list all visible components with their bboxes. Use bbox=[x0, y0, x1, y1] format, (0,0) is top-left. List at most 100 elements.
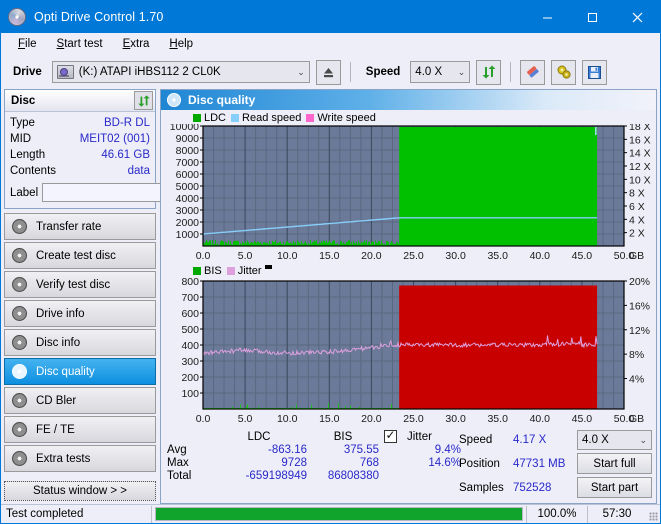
disc-row-mid: MID MEIT02 (001) bbox=[10, 131, 150, 147]
sidebar-item-create-test-disc[interactable]: Create test disc bbox=[4, 242, 156, 269]
svg-text:30.0: 30.0 bbox=[445, 250, 466, 262]
svg-text:8 X: 8 X bbox=[629, 188, 645, 200]
chevron-down-icon: ⌄ bbox=[297, 66, 305, 77]
menu-help[interactable]: Help bbox=[160, 35, 202, 53]
legend-label-bis: BIS bbox=[204, 264, 222, 277]
svg-text:5000: 5000 bbox=[176, 181, 200, 193]
eraser-button[interactable] bbox=[520, 59, 546, 85]
sidebar-item-cd-bler[interactable]: CD Bler bbox=[4, 387, 156, 414]
sidebar-item-extra-tests[interactable]: Extra tests bbox=[4, 445, 156, 472]
menu-file[interactable]: File bbox=[9, 35, 46, 53]
disc-type-value: BD-R DL bbox=[103, 117, 150, 129]
svg-text:2000: 2000 bbox=[176, 217, 200, 229]
save-button[interactable] bbox=[582, 59, 608, 85]
svg-text:40.0: 40.0 bbox=[530, 250, 551, 262]
disc-mid-key: MID bbox=[10, 133, 32, 145]
progress-bar bbox=[155, 507, 523, 521]
svg-text:16%: 16% bbox=[629, 300, 650, 312]
svg-text:10.0: 10.0 bbox=[277, 413, 298, 425]
svg-text:800: 800 bbox=[181, 277, 199, 288]
stats-row-label-max: Max bbox=[167, 457, 189, 469]
resize-grip[interactable] bbox=[646, 505, 660, 523]
drive-icon bbox=[56, 65, 74, 79]
ldc-chart: 10000 9000 8000 7000 6000 5000 4000 3000 2000 100… bbox=[165, 124, 652, 264]
svg-text:25.0: 25.0 bbox=[403, 413, 424, 425]
sidebar-item-fe-te[interactable]: FE / TE bbox=[4, 416, 156, 443]
disc-icon bbox=[12, 248, 27, 263]
refresh-button[interactable] bbox=[476, 59, 502, 85]
legend-item-ldc: LDC bbox=[193, 112, 226, 124]
gears-button[interactable] bbox=[551, 59, 577, 85]
maximize-button[interactable] bbox=[570, 1, 615, 33]
legend-label-ldc: LDC bbox=[204, 111, 227, 124]
svg-text:5.0: 5.0 bbox=[238, 250, 253, 262]
sidebar-item-disc-quality[interactable]: Disc quality bbox=[4, 358, 156, 385]
svg-text:400: 400 bbox=[181, 340, 199, 352]
jitter-checkbox[interactable] bbox=[383, 428, 397, 443]
left-sidebar: Disc Type BD-R DL MID MEIT02 (001) Lengt… bbox=[4, 89, 213, 504]
disc-length-value: 46.61 GB bbox=[101, 149, 150, 161]
legend-item-read-speed: Read speed bbox=[231, 112, 301, 124]
readout-speed-label: Speed bbox=[459, 434, 493, 446]
status-window-label: Status window > > bbox=[33, 485, 127, 497]
sidebar-item-transfer-rate[interactable]: Transfer rate bbox=[4, 213, 156, 240]
sidebar-label-extra-tests: Extra tests bbox=[36, 452, 91, 465]
status-message: Test completed bbox=[6, 508, 84, 520]
drive-select-value: (K:) ATAPI iHBS112 2 CL0K bbox=[78, 66, 221, 78]
start-part-label: Start part bbox=[590, 481, 639, 494]
start-full-button[interactable]: Start full bbox=[577, 453, 652, 474]
chevron-down-icon: ⌄ bbox=[457, 66, 466, 77]
nav-list: Transfer rate Create test disc Verify te… bbox=[4, 213, 156, 472]
minimize-button[interactable] bbox=[525, 1, 570, 33]
sidebar-item-disc-info[interactable]: Disc info bbox=[4, 329, 156, 356]
readout-position-value: 47731 MB bbox=[513, 457, 566, 470]
svg-text:600: 600 bbox=[181, 308, 199, 320]
stats-avg-jitter: 9.4% bbox=[434, 444, 461, 456]
sidebar-item-verify-test-disc[interactable]: Verify test disc bbox=[4, 271, 156, 298]
menu-start-test[interactable]: Start test bbox=[48, 35, 112, 53]
status-window-button[interactable]: Status window > > bbox=[4, 481, 156, 501]
svg-text:100: 100 bbox=[181, 388, 199, 400]
svg-text:6 X: 6 X bbox=[629, 201, 645, 213]
stats-avg-bis: 375.55 bbox=[343, 444, 379, 456]
disc-row-length: Length 46.61 GB bbox=[10, 147, 150, 163]
disc-mid-value: MEIT02 (001) bbox=[79, 133, 150, 145]
disc-contents-key: Contents bbox=[10, 165, 57, 177]
svg-text:6000: 6000 bbox=[176, 169, 200, 181]
stats-total-bis: 86808380 bbox=[327, 470, 379, 482]
legend-swatch-bis bbox=[193, 266, 201, 275]
svg-text:20%: 20% bbox=[629, 277, 650, 288]
eject-button[interactable] bbox=[315, 59, 341, 85]
progress-percent: 100.0% bbox=[537, 508, 577, 520]
sidebar-item-drive-info[interactable]: Drive info bbox=[4, 300, 156, 327]
sidebar-label-drive-info: Drive info bbox=[36, 307, 85, 320]
svg-text:12 X: 12 X bbox=[629, 161, 651, 173]
legend-swatch-write-speed bbox=[306, 113, 315, 122]
disc-refresh-button[interactable] bbox=[134, 91, 153, 110]
window-title: Opti Drive Control 1.70 bbox=[34, 10, 164, 24]
disc-row-type: Type BD-R DL bbox=[10, 115, 150, 131]
svg-text:5.0: 5.0 bbox=[238, 413, 253, 425]
disc-contents-value: data bbox=[127, 165, 150, 177]
disc-icon bbox=[12, 393, 27, 408]
speed-select[interactable]: 4.0 X ⌄ bbox=[410, 61, 471, 83]
svg-text:35.0: 35.0 bbox=[487, 250, 508, 262]
chevron-down-icon: ⌄ bbox=[639, 434, 647, 445]
drive-select[interactable]: (K:) ATAPI iHBS112 2 CL0K ⌄ bbox=[51, 61, 310, 83]
stats-row-label-avg: Avg bbox=[167, 444, 187, 456]
close-button[interactable] bbox=[615, 1, 660, 33]
stats-max-jitter: 14.6% bbox=[428, 457, 461, 469]
result-speed-select[interactable]: 4.0 X ⌄ bbox=[577, 430, 652, 450]
disc-label-key: Label bbox=[10, 186, 39, 199]
svg-text:7000: 7000 bbox=[176, 157, 200, 169]
svg-text:20.0: 20.0 bbox=[361, 250, 382, 262]
svg-text:4%: 4% bbox=[629, 374, 644, 386]
disc-type-key: Type bbox=[10, 117, 35, 129]
start-part-button[interactable]: Start part bbox=[577, 477, 652, 498]
svg-text:GB: GB bbox=[629, 413, 644, 425]
svg-text:0.0: 0.0 bbox=[196, 413, 211, 425]
menu-extra[interactable]: Extra bbox=[114, 35, 159, 53]
stats-max-ldc: 9728 bbox=[281, 457, 307, 469]
svg-text:9000: 9000 bbox=[176, 133, 200, 145]
disc-properties: Type BD-R DL MID MEIT02 (001) Length 46.… bbox=[5, 112, 213, 208]
